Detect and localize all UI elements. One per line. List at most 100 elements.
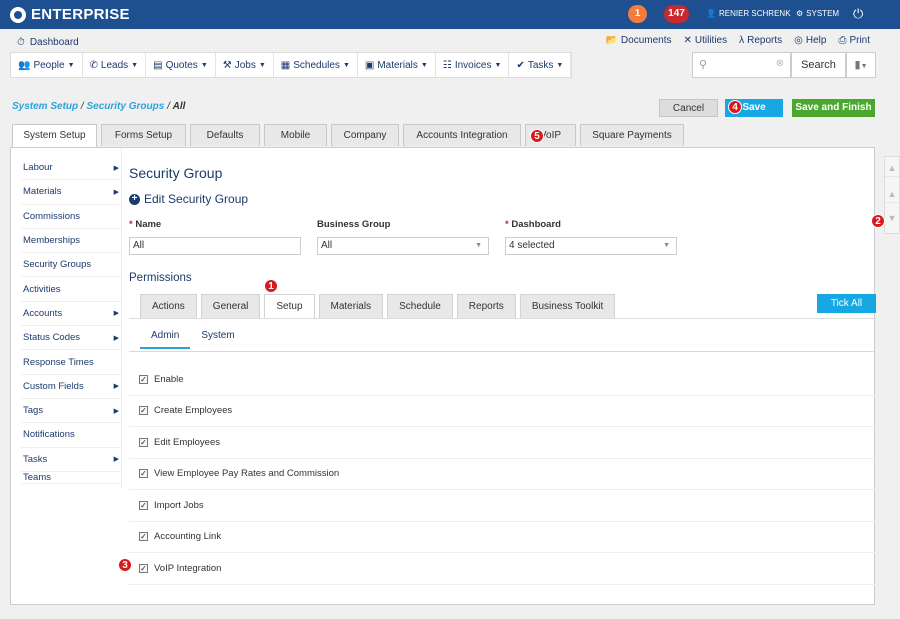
dashboard-select[interactable]: 4 selected ▼ [505, 237, 677, 255]
subtab-admin[interactable]: Admin [140, 328, 191, 349]
permission-row-create-employees: ✓ Create Employees [129, 396, 876, 427]
sidebar-item-response-times[interactable]: Response Times [21, 350, 121, 375]
user-menu[interactable]: 👤 RENIER SCHRENK [706, 9, 791, 18]
dashboard-link[interactable]: ⏱ Dashboard [17, 37, 79, 48]
caret-down-icon: ▼ [663, 242, 670, 249]
tick-all-button[interactable]: Tick All [817, 294, 876, 313]
view-pay-rates-checkbox[interactable]: ✓ [139, 469, 148, 479]
permission-list: ✓ Enable ✓ Create Employees ✓ Edit Employee… [129, 364, 876, 585]
print-link[interactable]: ⎙ Print [838, 35, 870, 46]
edit-group-heading: + Edit Security Group [129, 192, 248, 206]
sidebar-item-materials[interactable]: Materials ▶ [21, 180, 121, 205]
plus-circle-icon: + [129, 193, 140, 205]
sidebar-item-custom-fields[interactable]: Custom Fields ▶ [21, 375, 121, 399]
sidebar-item-security-groups[interactable]: Security Groups [21, 253, 121, 278]
cancel-button[interactable]: Cancel [659, 99, 718, 117]
user-name: RENIER SCHRENK [718, 9, 791, 18]
breadcrumb-current: All [172, 101, 186, 112]
power-icon[interactable]: ⏻ [853, 6, 863, 22]
help-icon: ◎ [794, 35, 803, 46]
edit-employees-checkbox[interactable]: ✓ [139, 437, 148, 447]
voip-integration-checkbox[interactable]: ✓ [139, 563, 148, 573]
clear-search-icon[interactable]: ⊗ [776, 58, 784, 69]
permission-row-voip-integration: ✓ VoIP Integration [129, 553, 876, 585]
nav-materials[interactable]: ▣ Materials ▼ [358, 53, 436, 77]
enable-checkbox[interactable]: ✓ [139, 374, 148, 384]
notifications-badge[interactable]: 1 [628, 5, 647, 23]
name-field[interactable]: All [129, 237, 301, 255]
setup-tabs: System Setup Forms Setup Defaults Mobile… [12, 124, 684, 149]
reports-link[interactable]: λ Reports [739, 35, 782, 46]
sidebar-item-notifications[interactable]: Notifications [21, 423, 121, 448]
sidebar-item-teams[interactable]: Teams [21, 472, 121, 484]
tab-square-payments[interactable]: Square Payments [580, 124, 684, 146]
tab-business-toolkit[interactable]: Business Toolkit [519, 294, 616, 318]
brand-logo[interactable]: ENTERPRISE [10, 6, 130, 23]
caret-down-icon: ▼ [131, 61, 139, 69]
breadcrumb-security-groups[interactable]: Security Groups [86, 101, 164, 112]
caret-down-icon: ▼ [860, 63, 868, 70]
tab-forms-setup[interactable]: Forms Setup [101, 124, 186, 146]
tab-materials[interactable]: Materials [318, 294, 384, 318]
permissions-heading: Permissions [129, 272, 192, 284]
caret-right-icon: ▶ [113, 456, 119, 464]
search-icon: ⚲ [699, 59, 708, 71]
utilities-link[interactable]: ✕ Utilities [683, 35, 727, 46]
search-input[interactable]: ⚲ ⊗ [692, 52, 791, 78]
tab-company[interactable]: Company [331, 124, 399, 146]
scroll-top-button[interactable]: ▲ [885, 159, 899, 177]
system-menu[interactable]: ⚙ SYSTEM [796, 9, 839, 18]
sidebar-item-tasks[interactable]: Tasks ▶ [21, 448, 121, 472]
tab-defaults[interactable]: Defaults [190, 124, 260, 146]
sidebar-item-accounts[interactable]: Accounts ▶ [21, 302, 121, 327]
sidebar-item-memberships[interactable]: Memberships [21, 229, 121, 254]
tab-schedule[interactable]: Schedule [387, 294, 453, 318]
side-scroll-rail: ▲ ▲ ▼ [884, 156, 900, 234]
sidebar-item-status-codes[interactable]: Status Codes ▶ [21, 326, 121, 351]
subtab-system[interactable]: System [190, 328, 245, 349]
import-jobs-checkbox[interactable]: ✓ [139, 500, 148, 510]
permission-row-import-jobs: ✓ Import Jobs [129, 490, 876, 522]
page-title: Security Group [129, 165, 223, 181]
caret-down-icon: ▼ [67, 61, 75, 69]
tab-accounts-integration[interactable]: Accounts Integration [403, 124, 521, 146]
logo-icon [10, 6, 26, 23]
bookmark-button[interactable]: ▮▼ [846, 52, 876, 78]
nav-quotes[interactable]: ▤ Quotes ▼ [146, 53, 216, 77]
utility-links: 📂 Documents ✕ Utilities λ Reports ◎ Help ⎙ Pr… [605, 35, 870, 46]
sidebar-item-activities[interactable]: Activities [21, 277, 121, 302]
box-icon: ▣ [364, 59, 375, 71]
reports-icon: λ [739, 35, 745, 46]
nav-invoices[interactable]: ☷ Invoices ▼ [436, 53, 510, 77]
sidebar-item-tags[interactable]: Tags ▶ [21, 399, 121, 424]
documents-link[interactable]: 📂 Documents [605, 35, 671, 46]
search-button[interactable]: Search [791, 52, 846, 78]
sidebar-divider [121, 148, 122, 488]
tab-system-setup[interactable]: System Setup [12, 124, 97, 149]
save-and-finish-button[interactable]: Save and Finish [792, 99, 875, 117]
help-link[interactable]: ◎ Help [794, 35, 826, 46]
accounting-link-checkbox[interactable]: ✓ [139, 532, 148, 542]
nav-leads[interactable]: ✆ Leads ▼ [83, 53, 147, 77]
setup-sidebar: Labour ▶ Materials ▶ Commissions Membershi… [21, 156, 121, 484]
tab-actions[interactable]: Actions [140, 294, 197, 318]
sidebar-item-commissions[interactable]: Commissions [21, 205, 121, 229]
create-employees-checkbox[interactable]: ✓ [139, 406, 148, 416]
tab-general[interactable]: General [200, 294, 261, 318]
tab-mobile[interactable]: Mobile [264, 124, 327, 146]
scroll-up-button[interactable]: ▲ [885, 185, 899, 203]
alerts-badge[interactable]: 147 [664, 5, 689, 23]
sidebar-item-labour[interactable]: Labour ▶ [21, 156, 121, 181]
tab-setup[interactable]: Setup [264, 294, 315, 319]
permission-tabs: Actions General Setup Materials Schedule… [140, 294, 616, 319]
nav-tasks[interactable]: ✔ Tasks ▼ [509, 53, 572, 77]
nav-people[interactable]: 👥 People ▼ [11, 53, 83, 77]
breadcrumb-system-setup[interactable]: System Setup [12, 101, 78, 112]
caret-down-icon: ▼ [342, 61, 350, 69]
scroll-down-button[interactable]: ▼ [885, 209, 899, 227]
nav-schedules[interactable]: ▦ Schedules ▼ [274, 53, 358, 77]
permission-row-accounting-link: ✓ Accounting Link [129, 522, 876, 553]
nav-jobs[interactable]: ⚒ Jobs ▼ [216, 53, 274, 77]
business-group-select[interactable]: All ▼ [317, 237, 489, 255]
tab-reports[interactable]: Reports [456, 294, 516, 318]
